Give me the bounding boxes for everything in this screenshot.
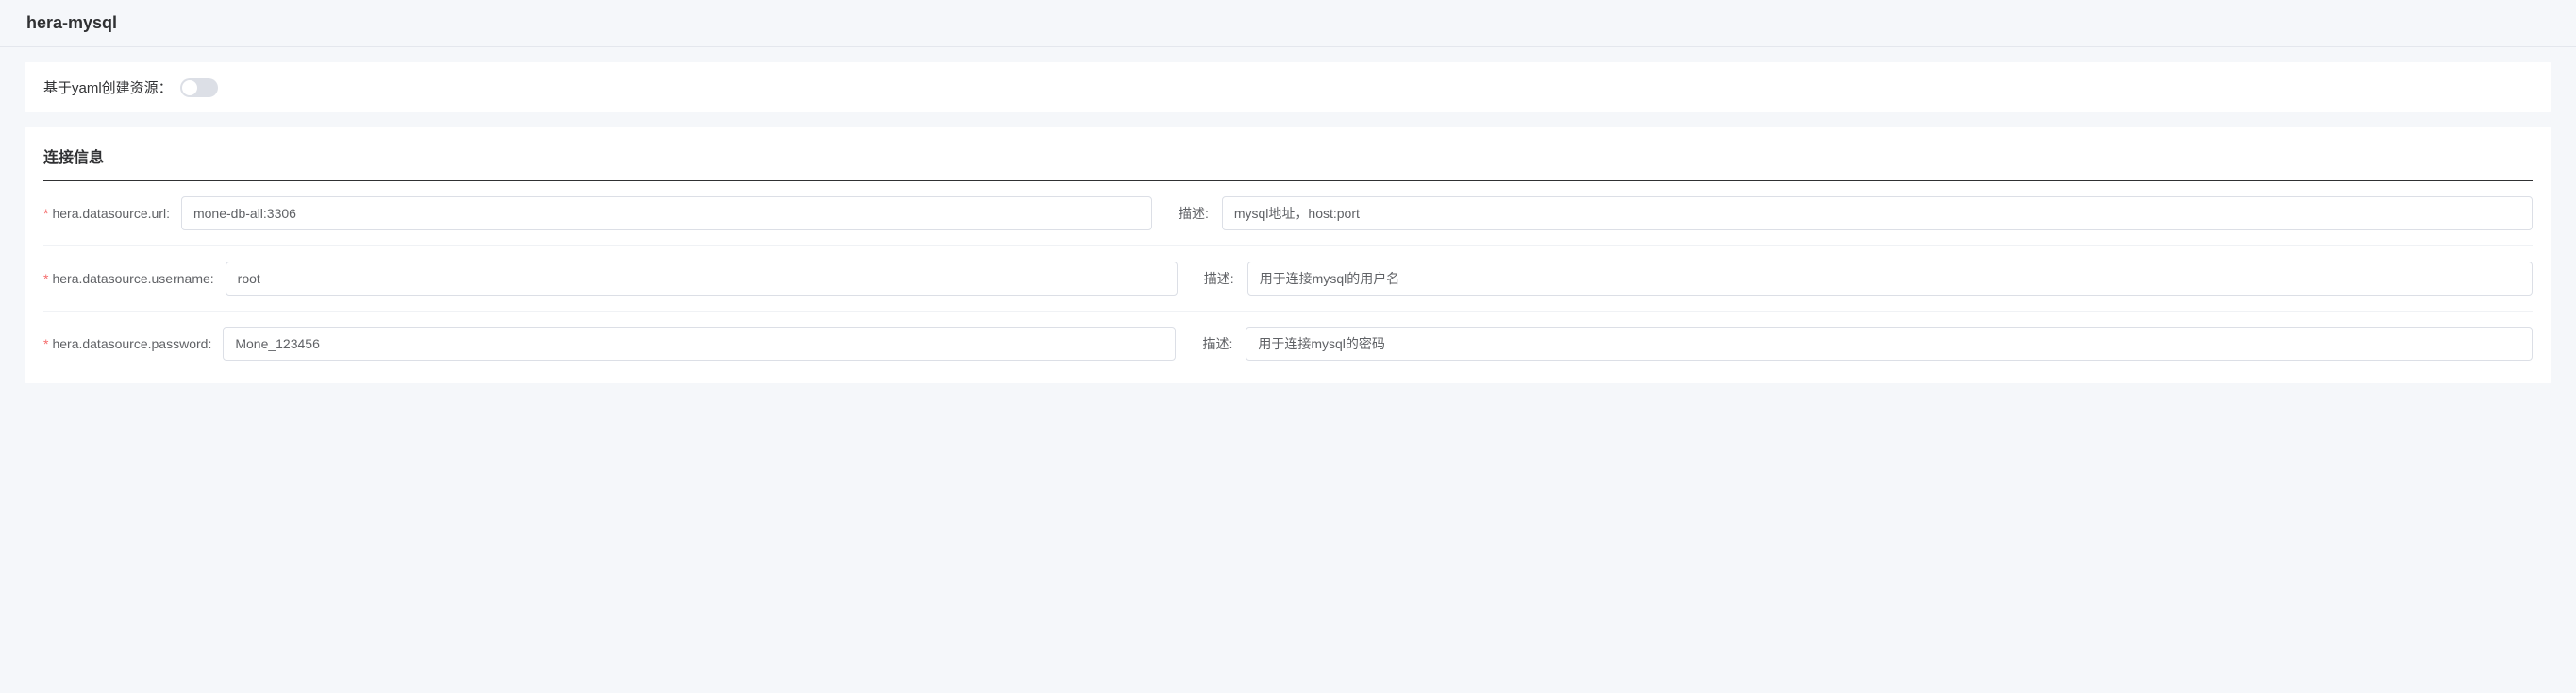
datasource-password-desc-input[interactable] — [1246, 327, 2533, 361]
section-title: 连接信息 — [43, 127, 2533, 181]
field-label-password: * hera.datasource.password: — [43, 336, 223, 351]
datasource-username-input[interactable] — [226, 262, 1178, 296]
yaml-toggle-switch[interactable] — [180, 78, 218, 97]
field-input-wrapper — [223, 327, 1176, 361]
desc-input-wrapper — [1246, 327, 2533, 361]
field-input-wrapper — [181, 196, 1152, 230]
content-area: 基于yaml创建资源： 连接信息 * hera.datasource.url: 描… — [0, 47, 2576, 398]
required-asterisk: * — [43, 336, 48, 351]
field-label-text: hera.datasource.url: — [52, 206, 170, 221]
desc-label: 描述: — [1152, 204, 1222, 223]
desc-label: 描述: — [1178, 269, 1247, 288]
form-row-username: * hera.datasource.username: 描述: — [43, 246, 2533, 312]
yaml-toggle-card: 基于yaml创建资源： — [25, 62, 2551, 112]
field-label-text: hera.datasource.username: — [52, 271, 213, 286]
datasource-username-desc-input[interactable] — [1247, 262, 2533, 296]
form-row-password: * hera.datasource.password: 描述: — [43, 312, 2533, 376]
desc-input-wrapper — [1247, 262, 2533, 296]
desc-label: 描述: — [1176, 334, 1246, 353]
page-container: hera-mysql 基于yaml创建资源： 连接信息 * hera.dataso… — [0, 0, 2576, 693]
page-header: hera-mysql — [0, 0, 2576, 47]
required-asterisk: * — [43, 206, 48, 221]
field-label-username: * hera.datasource.username: — [43, 271, 226, 286]
field-input-wrapper — [226, 262, 1178, 296]
field-label-text: hera.datasource.password: — [52, 336, 211, 351]
form-row-url: * hera.datasource.url: 描述: — [43, 181, 2533, 246]
connection-section: 连接信息 * hera.datasource.url: 描述: * hera.dat… — [25, 127, 2551, 383]
yaml-toggle-label: 基于yaml创建资源： — [43, 77, 173, 97]
required-asterisk: * — [43, 271, 48, 286]
desc-input-wrapper — [1222, 196, 2533, 230]
field-label-url: * hera.datasource.url: — [43, 206, 181, 221]
datasource-url-desc-input[interactable] — [1222, 196, 2533, 230]
datasource-url-input[interactable] — [181, 196, 1152, 230]
datasource-password-input[interactable] — [223, 327, 1176, 361]
page-title: hera-mysql — [26, 13, 2550, 33]
